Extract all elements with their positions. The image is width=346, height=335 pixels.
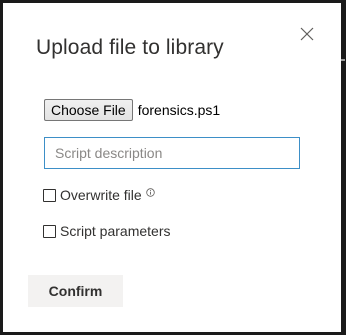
dialog-title: Upload file to library <box>36 36 224 59</box>
overwrite-file-label[interactable]: Overwrite file <box>60 187 142 203</box>
script-description-input[interactable] <box>44 137 300 169</box>
choose-file-button[interactable]: Choose File <box>44 99 133 121</box>
script-parameters-option[interactable]: Script parameters <box>43 223 170 239</box>
script-parameters-checkbox[interactable] <box>43 224 56 238</box>
script-parameters-label[interactable]: Script parameters <box>60 223 170 239</box>
overwrite-file-checkbox[interactable] <box>43 188 56 202</box>
upload-file-dialog: Upload file to library Choose File foren… <box>3 3 345 332</box>
overwrite-file-option[interactable]: Overwrite file <box>43 187 155 203</box>
confirm-button[interactable]: Confirm <box>28 275 123 307</box>
info-icon[interactable] <box>145 187 155 197</box>
edge-divider <box>341 59 345 61</box>
selected-file-name: forensics.ps1 <box>137 102 221 118</box>
close-icon <box>300 27 314 41</box>
file-picker: Choose File forensics.ps1 <box>44 99 220 121</box>
close-button[interactable] <box>294 21 320 47</box>
